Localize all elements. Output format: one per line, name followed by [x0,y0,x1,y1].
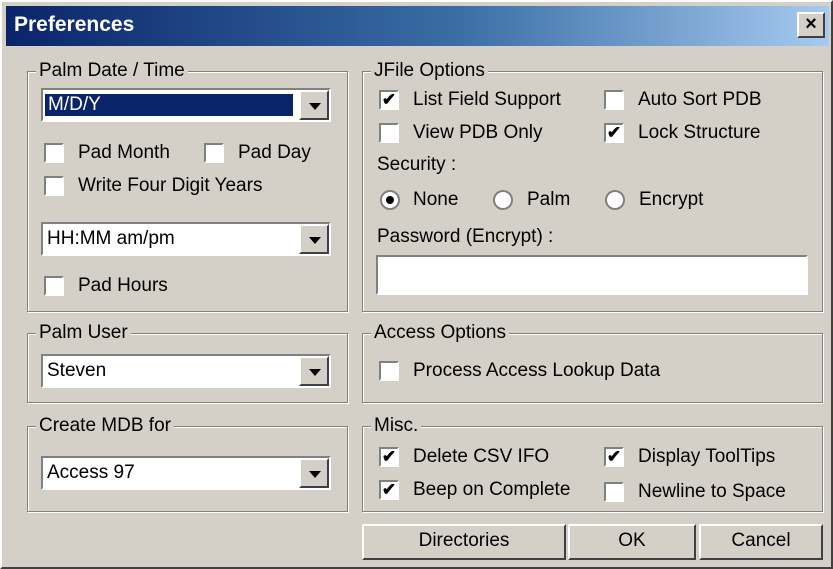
beep-on-complete-checkbox[interactable]: ✔ [379,480,399,500]
title-bar: Preferences × [6,6,829,46]
date-format-select[interactable]: M/D/Y [41,88,331,122]
view-pdb-only-label: View PDB Only [413,122,543,143]
newline-to-space-checkbox[interactable] [604,482,624,502]
password-input[interactable] [376,255,808,295]
pad-hours-label: Pad Hours [78,275,168,296]
lock-structure-checkbox[interactable]: ✔ [604,123,624,143]
security-label: Security : [377,154,457,175]
password-label: Password (Encrypt) : [377,226,554,247]
palm-user-legend: Palm User [36,322,131,344]
process-lookup-label: Process Access Lookup Data [413,360,661,381]
view-pdb-only-checkbox[interactable] [379,123,399,143]
security-none-radio[interactable] [380,190,400,210]
ok-button[interactable]: OK [568,524,696,560]
access-options-legend: Access Options [371,322,509,344]
pad-day-checkbox[interactable] [204,143,224,163]
newline-to-space-label: Newline to Space [638,481,786,502]
jfile-options-legend: JFile Options [371,60,488,82]
date-format-value: M/D/Y [45,94,293,116]
pad-hours-checkbox[interactable] [44,276,64,296]
list-field-support-label: List Field Support [413,89,561,110]
display-tooltips-label: Display ToolTips [638,446,776,467]
lock-structure-label: Lock Structure [638,122,761,143]
close-icon: × [805,13,817,35]
delete-csv-ifo-label: Delete CSV IFO [413,446,550,467]
process-lookup-checkbox[interactable] [379,361,399,381]
security-encrypt-radio[interactable] [605,190,625,210]
create-mdb-value: Access 97 [47,462,135,483]
pad-month-label: Pad Month [78,142,170,163]
chevron-down-icon[interactable] [299,356,329,386]
cancel-button[interactable]: Cancel [699,524,823,560]
security-none-label: None [413,189,459,210]
check-icon: ✔ [606,123,622,142]
palm-user-value: Steven [47,360,107,381]
security-palm-label: Palm [527,189,571,210]
close-button[interactable]: × [797,12,825,38]
palm-user-select[interactable]: Steven [41,354,331,388]
window-title: Preferences [14,13,135,36]
time-format-select[interactable]: HH:MM am/pm [41,222,331,256]
palm-datetime-legend: Palm Date / Time [36,60,188,82]
four-digit-years-label: Write Four Digit Years [78,175,263,196]
beep-on-complete-label: Beep on Complete [413,479,571,500]
security-encrypt-label: Encrypt [639,189,704,210]
auto-sort-pdb-checkbox[interactable] [604,90,624,110]
chevron-down-icon[interactable] [299,224,329,254]
pad-month-checkbox[interactable] [44,143,64,163]
security-palm-radio[interactable] [493,190,513,210]
check-icon: ✔ [381,447,397,466]
delete-csv-ifo-checkbox[interactable]: ✔ [379,447,399,467]
display-tooltips-checkbox[interactable]: ✔ [604,447,624,467]
check-icon: ✔ [381,90,397,109]
create-mdb-legend: Create MDB for [36,415,174,437]
check-icon: ✔ [381,480,397,499]
chevron-down-icon[interactable] [299,90,329,120]
time-format-value: HH:MM am/pm [47,228,175,249]
chevron-down-icon[interactable] [299,458,329,488]
list-field-support-checkbox[interactable]: ✔ [379,90,399,110]
misc-legend: Misc. [371,415,422,437]
auto-sort-pdb-label: Auto Sort PDB [638,89,762,110]
create-mdb-select[interactable]: Access 97 [41,456,331,490]
check-icon: ✔ [606,447,622,466]
directories-button[interactable]: Directories [362,524,566,560]
pad-day-label: Pad Day [238,142,311,163]
four-digit-years-checkbox[interactable] [44,176,64,196]
